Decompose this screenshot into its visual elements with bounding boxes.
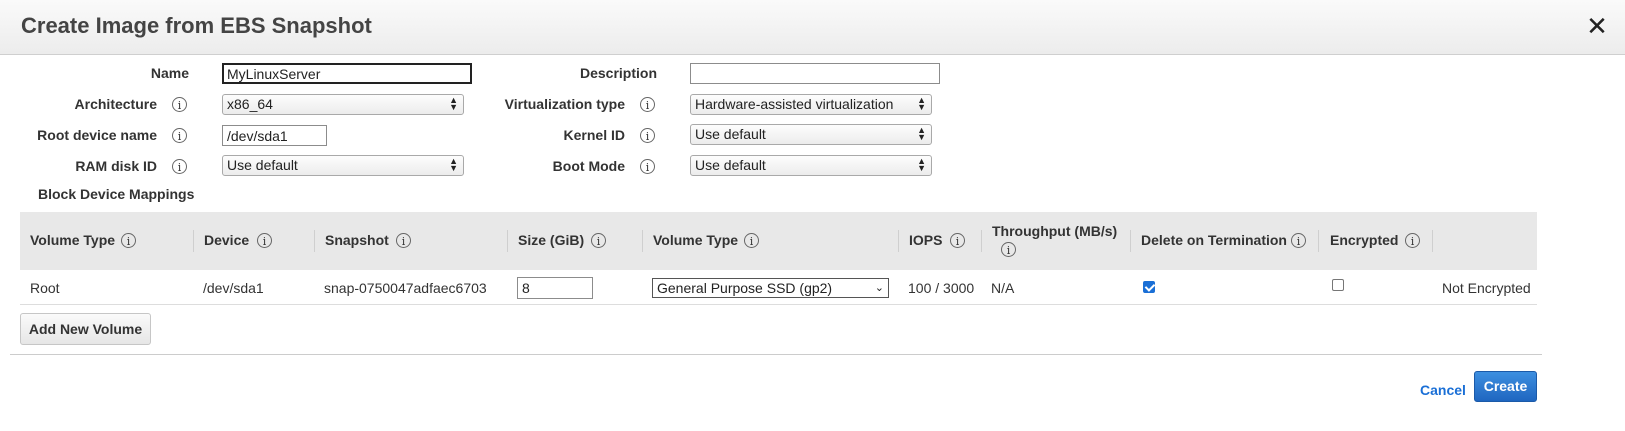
encrypted-info-icon[interactable]: i <box>1405 233 1420 248</box>
column-divider <box>981 230 982 252</box>
iops-info-icon[interactable]: i <box>950 233 965 248</box>
architecture-value: x86_64 <box>227 96 273 112</box>
cancel-link[interactable]: Cancel <box>1420 382 1466 398</box>
device-info-icon[interactable]: i <box>257 233 272 248</box>
root-device-name-input[interactable] <box>222 125 327 146</box>
kernel-id-value: Use default <box>695 126 766 142</box>
kernel-id-info-icon[interactable]: i <box>640 128 655 143</box>
architecture-label: Architecture <box>74 96 157 112</box>
col-iops: IOPS <box>909 232 943 248</box>
column-divider <box>193 230 194 252</box>
col-snapshot: Snapshot <box>325 232 389 248</box>
col-volume-type: Volume Type <box>30 232 116 248</box>
kernel-id-select[interactable]: Use default ▲ ▼ <box>690 124 932 145</box>
delete-on-termination-info-icon[interactable]: i <box>1291 233 1306 248</box>
delete-on-termination-checkbox[interactable] <box>1143 281 1155 293</box>
kernel-id-label: Kernel ID <box>563 127 625 143</box>
virtualization-type-value: Hardware-assisted virtualization <box>695 96 894 112</box>
ebs-volume-type-info-icon[interactable]: i <box>744 233 759 248</box>
chevron-updown-icon: ▲ ▼ <box>917 95 926 112</box>
column-divider <box>898 230 899 252</box>
dialog-title: Create Image from EBS Snapshot <box>21 13 372 38</box>
name-label: Name <box>150 65 189 81</box>
dialog-header: Create Image from EBS Snapshot ✕ <box>0 0 1625 55</box>
virtualization-type-info-icon[interactable]: i <box>640 97 655 112</box>
col-device: Device <box>204 232 250 248</box>
chevron-updown-icon: ▲ ▼ <box>917 156 926 173</box>
ebs-volume-type-value: General Purpose SSD (gp2) <box>657 280 833 296</box>
boot-mode-label: Boot Mode <box>552 158 625 174</box>
close-icon[interactable]: ✕ <box>1584 11 1610 41</box>
block-device-mappings-label: Block Device Mappings <box>38 186 195 202</box>
virtualization-type-select[interactable]: Hardware-assisted virtualization ▲ ▼ <box>690 94 932 115</box>
cell-iops: 100 / 3000 <box>908 280 975 296</box>
col-size: Size (GiB) <box>518 232 585 248</box>
col-encrypted: Encrypted <box>1330 232 1399 248</box>
col-delete-on-termination: Delete on Termination <box>1141 232 1287 248</box>
throughput-info-icon[interactable]: i <box>1001 242 1016 257</box>
volume-type-info-icon[interactable]: i <box>121 233 136 248</box>
chevron-updown-icon: ▲ ▼ <box>917 125 926 142</box>
col-throughput: Throughput (MB/s) <box>992 223 1118 239</box>
size-info-icon[interactable]: i <box>591 233 606 248</box>
boot-mode-select[interactable]: Use default ▲ ▼ <box>690 155 932 176</box>
snapshot-info-icon[interactable]: i <box>396 233 411 248</box>
architecture-info-icon[interactable]: i <box>172 97 187 112</box>
ram-disk-id-value: Use default <box>227 157 298 173</box>
cell-encryption-status: Not Encrypted <box>1442 280 1531 296</box>
boot-mode-info-icon[interactable]: i <box>640 159 655 174</box>
encrypted-checkbox[interactable] <box>1332 279 1344 291</box>
column-divider <box>507 230 508 252</box>
root-device-name-label: Root device name <box>37 127 157 143</box>
create-button[interactable]: Create <box>1474 371 1537 402</box>
cell-volume-type: Root <box>30 280 60 296</box>
column-divider <box>1130 230 1131 252</box>
boot-mode-value: Use default <box>695 157 766 173</box>
ram-disk-id-select[interactable]: Use default ▲ ▼ <box>222 155 464 176</box>
architecture-select[interactable]: x86_64 ▲ ▼ <box>222 94 464 115</box>
size-input[interactable] <box>517 277 593 299</box>
column-divider <box>642 230 643 252</box>
ram-disk-id-label: RAM disk ID <box>75 158 157 174</box>
add-new-volume-button[interactable]: Add New Volume <box>20 313 151 345</box>
root-device-name-info-icon[interactable]: i <box>172 128 187 143</box>
column-divider <box>314 230 315 252</box>
ebs-volume-type-select[interactable]: General Purpose SSD (gp2) ⌄ <box>652 278 889 298</box>
cell-snapshot: snap-0750047adfaec6703 <box>324 280 487 296</box>
description-label: Description <box>579 65 657 81</box>
column-divider <box>1432 230 1433 252</box>
virtualization-type-label: Virtualization type <box>504 96 625 112</box>
description-input[interactable] <box>690 63 940 84</box>
name-input[interactable] <box>222 63 472 84</box>
ram-disk-id-info-icon[interactable]: i <box>172 159 187 174</box>
footer-divider <box>10 354 1542 355</box>
column-divider <box>1318 230 1319 252</box>
col-ebs-volume-type: Volume Type <box>653 232 739 248</box>
cell-device: /dev/sda1 <box>203 280 264 296</box>
chevron-down-icon: ⌄ <box>874 282 884 294</box>
cell-throughput: N/A <box>991 280 1015 296</box>
